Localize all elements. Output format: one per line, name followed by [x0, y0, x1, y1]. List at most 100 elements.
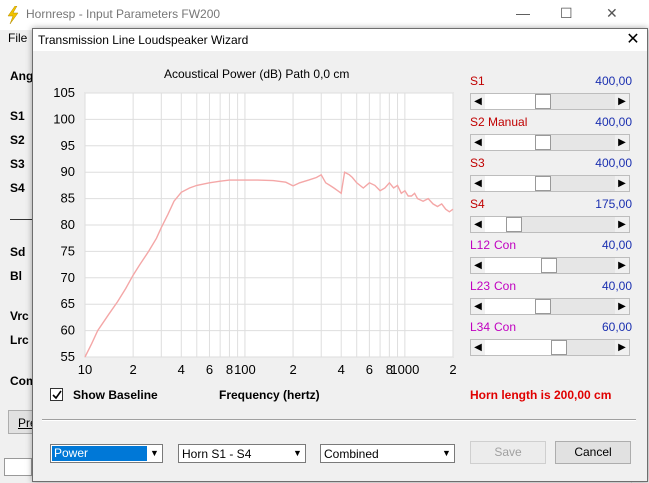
status-field [4, 458, 32, 476]
label-s4: S4 [10, 181, 25, 195]
slider-s2[interactable]: ◀ ▶ [470, 134, 630, 151]
label-s1: S1 [10, 109, 25, 123]
chevron-down-icon: ▼ [147, 445, 162, 462]
y-tick-label: 85 [61, 191, 75, 206]
x-tick-label: 4 [338, 362, 345, 377]
x-tick-label: 6 [366, 362, 373, 377]
scroll-right-icon[interactable]: ▶ [615, 135, 629, 150]
close-icon[interactable]: ✕ [623, 30, 643, 50]
x-tick-label: 8 [226, 362, 233, 377]
power-dropdown[interactable]: Power ▼ [50, 444, 163, 463]
slider-s1[interactable]: ◀ ▶ [470, 93, 630, 110]
slider-fill [485, 217, 506, 232]
slider-label-s2: S2 [470, 115, 485, 129]
slider-value-l23: 40,00 [601, 279, 632, 293]
horn-section-dropdown-value: Horn S1 - S4 [182, 447, 252, 461]
horn-length-label: Horn length is 200,00 cm [470, 388, 612, 402]
scroll-left-icon[interactable]: ◀ [471, 340, 485, 355]
y-tick-label: 90 [61, 164, 75, 179]
show-baseline-checkbox[interactable] [50, 388, 63, 401]
scroll-right-icon[interactable]: ▶ [615, 340, 629, 355]
slider-value-l34: 60,00 [601, 320, 632, 334]
slider-label-l23: L23 [470, 279, 491, 293]
y-tick-label: 105 [53, 85, 75, 100]
scroll-left-icon[interactable]: ◀ [471, 94, 485, 109]
wizard-dialog: Transmission Line Loudspeaker Wizard ✕ A… [32, 28, 648, 482]
slider-s4[interactable]: ◀ ▶ [470, 216, 630, 233]
power-dropdown-value: Power [52, 446, 147, 461]
scroll-left-icon[interactable]: ◀ [471, 299, 485, 314]
close-button-background[interactable]: ✕ [606, 5, 618, 22]
slider-thumb[interactable] [540, 258, 557, 273]
slider-l23[interactable]: ◀ ▶ [470, 298, 630, 315]
separator [10, 219, 32, 220]
y-tick-label: 75 [61, 243, 75, 258]
x-tick-label: 1000 [390, 362, 419, 377]
combined-dropdown-value: Combined [324, 447, 379, 461]
label-lrc: Lrc [10, 333, 29, 347]
scroll-left-icon[interactable]: ◀ [471, 217, 485, 232]
scroll-right-icon[interactable]: ▶ [615, 176, 629, 191]
slider-fill [485, 135, 536, 150]
y-tick-label: 60 [61, 323, 75, 338]
maximize-button[interactable]: ☐ [560, 5, 573, 22]
cancel-button[interactable]: Cancel [555, 441, 631, 464]
label-ang: Ang [10, 69, 34, 83]
background-window-title: Hornresp - Input Parameters FW200 [26, 7, 221, 21]
show-baseline-label[interactable]: Show Baseline [73, 388, 158, 402]
slider-label-s4: S4 [470, 197, 485, 211]
combined-dropdown[interactable]: Combined ▼ [320, 444, 455, 463]
slider-thumb[interactable] [535, 135, 552, 150]
divider [42, 419, 636, 421]
slider-l34[interactable]: ◀ ▶ [470, 339, 630, 356]
x-tick-label: 2 [130, 362, 137, 377]
scroll-left-icon[interactable]: ◀ [471, 258, 485, 273]
checkmark-icon [52, 390, 62, 400]
power-chart: 10510095908580757065605510 2 4 6 8 100 2 4 6 8100… [53, 85, 456, 377]
slider-fill [485, 258, 541, 273]
slider-thumb[interactable] [505, 217, 522, 232]
chevron-down-icon: ▼ [439, 445, 454, 462]
slider-l12[interactable]: ◀ ▶ [470, 257, 630, 274]
label-s3: S3 [10, 157, 25, 171]
y-tick-label: 95 [61, 138, 75, 153]
y-tick-label: 100 [53, 111, 75, 126]
y-tick-label: 70 [61, 270, 75, 285]
horn-section-dropdown[interactable]: Horn S1 - S4 ▼ [178, 444, 306, 463]
slider-thumb[interactable] [551, 340, 568, 355]
menu-file[interactable]: File [8, 31, 27, 45]
slider-thumb[interactable] [535, 299, 552, 314]
x-tick-label: 2 [449, 362, 456, 377]
slider-s3[interactable]: ◀ ▶ [470, 175, 630, 192]
x-tick-label: 6 [206, 362, 213, 377]
slider-label-s3: S3 [470, 156, 485, 170]
slider-thumb[interactable] [535, 94, 552, 109]
x-tick-label: 100 [234, 362, 256, 377]
slider-value-l12: 40,00 [601, 238, 632, 252]
slider-label-s1: S1 [470, 74, 485, 88]
chevron-down-icon: ▼ [290, 445, 305, 462]
scroll-right-icon[interactable]: ▶ [615, 258, 629, 273]
scroll-right-icon[interactable]: ▶ [615, 94, 629, 109]
y-tick-label: 65 [61, 296, 75, 311]
lightning-icon [7, 6, 19, 24]
y-tick-label: 55 [61, 349, 75, 364]
scroll-left-icon[interactable]: ◀ [471, 135, 485, 150]
slider-value-s1: 400,00 [595, 74, 632, 88]
minimize-button[interactable]: — [516, 5, 530, 21]
slider-mode-l34: Con [494, 320, 517, 334]
slider-label-l12: L12 [470, 238, 491, 252]
slider-value-s2: 400,00 [595, 115, 632, 129]
slider-mode-l12: Con [494, 238, 517, 252]
y-tick-label: 80 [61, 217, 75, 232]
x-tick-label: 10 [78, 362, 92, 377]
label-bl: Bl [10, 269, 22, 283]
slider-value-s4: 175,00 [595, 197, 632, 211]
scroll-right-icon[interactable]: ▶ [615, 217, 629, 232]
label-sd: Sd [10, 245, 26, 259]
slider-thumb[interactable] [535, 176, 552, 191]
save-button[interactable]: Save [470, 441, 546, 464]
scroll-left-icon[interactable]: ◀ [471, 176, 485, 191]
scroll-right-icon[interactable]: ▶ [615, 299, 629, 314]
background-title-bar: Hornresp - Input Parameters FW200 — ☐ ✕ [0, 0, 649, 30]
